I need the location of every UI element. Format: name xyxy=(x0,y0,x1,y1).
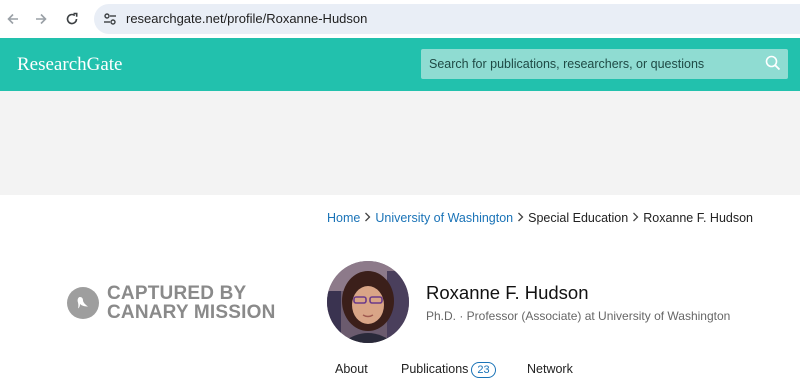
browser-toolbar: researchgate.net/profile/Roxanne-Hudson xyxy=(0,0,800,38)
back-button[interactable] xyxy=(2,8,24,30)
search-input[interactable]: Search for publications, researchers, or… xyxy=(421,49,788,79)
publications-count-badge: 23 xyxy=(471,362,496,378)
tab-publications[interactable]: Publications 23 xyxy=(401,362,496,378)
breadcrumb-department[interactable]: Special Education xyxy=(528,211,628,225)
watermark-line-1: CAPTURED BY xyxy=(107,283,247,304)
tab-publications-label: Publications xyxy=(401,362,469,376)
reload-button[interactable] xyxy=(61,8,83,30)
tab-about[interactable]: About xyxy=(335,362,368,376)
forward-button[interactable] xyxy=(30,8,52,30)
breadcrumb-institution[interactable]: University of Washington xyxy=(375,211,513,225)
search-icon[interactable] xyxy=(765,55,781,71)
profile-subtitle: Ph.D. · Professor (Associate) at Univers… xyxy=(426,309,731,323)
canary-bird-icon xyxy=(67,287,99,319)
arrow-left-icon xyxy=(7,13,18,25)
url-text[interactable]: researchgate.net/profile/Roxanne-Hudson xyxy=(126,11,367,26)
tab-about-label: About xyxy=(335,362,368,376)
tab-network[interactable]: Network xyxy=(527,362,573,376)
chevron-right-icon xyxy=(632,211,639,225)
arrow-right-icon xyxy=(36,13,47,25)
avatar xyxy=(327,261,409,343)
search-placeholder: Search for publications, researchers, or… xyxy=(429,57,705,71)
breadcrumb-home[interactable]: Home xyxy=(327,211,360,225)
profile-name: Roxanne F. Hudson xyxy=(426,282,589,303)
chevron-right-icon xyxy=(517,211,524,225)
canary-mission-watermark: CAPTURED BY CANARY MISSION xyxy=(67,284,276,322)
breadcrumb-current: Roxanne F. Hudson xyxy=(643,211,754,225)
tab-network-label: Network xyxy=(527,362,573,376)
reload-icon xyxy=(66,12,78,25)
breadcrumb: Home University of Washington Special Ed… xyxy=(327,211,753,225)
chevron-right-icon xyxy=(364,211,371,225)
watermark-line-2: CANARY MISSION xyxy=(107,302,276,323)
site-header: ResearchGate Search for publications, re… xyxy=(0,38,800,91)
site-logo[interactable]: ResearchGate xyxy=(17,54,123,76)
profile-banner xyxy=(0,91,800,195)
address-bar[interactable]: researchgate.net/profile/Roxanne-Hudson xyxy=(94,4,800,34)
tune-icon[interactable] xyxy=(102,11,118,27)
